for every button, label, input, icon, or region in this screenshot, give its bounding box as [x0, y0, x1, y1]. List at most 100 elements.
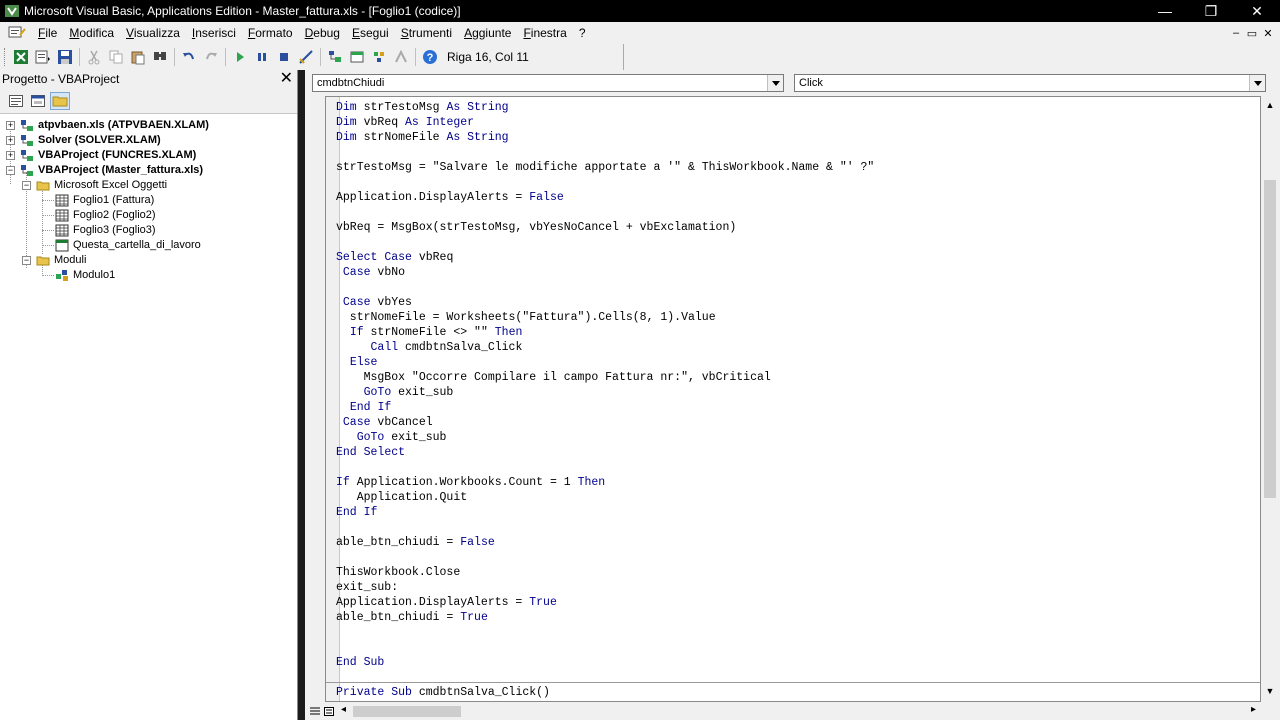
menu-inserisci[interactable]: Inserisci	[186, 26, 242, 40]
code-line[interactable]	[336, 145, 874, 160]
run-icon[interactable]	[229, 46, 251, 68]
view-object-icon[interactable]	[28, 92, 48, 110]
code-line[interactable]: End Select	[336, 445, 874, 460]
code-line[interactable]: ThisWorkbook.Close	[336, 565, 874, 580]
code-line[interactable]	[336, 235, 874, 250]
menu-visualizza[interactable]: Visualizza	[120, 26, 186, 40]
minimize-button[interactable]: —	[1142, 0, 1188, 22]
horizontal-scrollbar[interactable]: ◂ ▸	[305, 702, 1280, 720]
toolbar-grip[interactable]	[4, 48, 7, 66]
code-line[interactable]	[336, 625, 874, 640]
code-line[interactable]: exit_sub:	[336, 580, 874, 595]
reset-icon[interactable]	[273, 46, 295, 68]
project-explorer-close-icon[interactable]: ✕	[280, 70, 293, 88]
cut-icon[interactable]	[83, 46, 105, 68]
tree-expand-icon[interactable]: +	[6, 136, 15, 145]
vertical-scroll-thumb[interactable]	[1264, 180, 1276, 498]
code-line[interactable]: Select Case vbReq	[336, 250, 874, 265]
code-lines[interactable]: Dim strTestoMsg As String Dim vbReq As In…	[336, 100, 874, 700]
tree-node-solver[interactable]: + Solver (SOLVER.XLAM)	[0, 133, 297, 148]
code-line[interactable]: End If	[336, 400, 874, 415]
tree-expand-icon[interactable]: +	[6, 151, 15, 160]
code-line[interactable]: Application.DisplayAlerts = False	[336, 190, 874, 205]
menu-formato[interactable]: Formato	[242, 26, 299, 40]
tree-node-foglio2[interactable]: Foglio2 (Foglio2)	[0, 208, 297, 223]
scroll-down-icon[interactable]: ▼	[1264, 684, 1276, 698]
code-line[interactable]: able_btn_chiudi = False	[336, 535, 874, 550]
code-line[interactable]: Dim strTestoMsg As String	[336, 100, 874, 115]
menu-debug[interactable]: Debug	[299, 26, 346, 40]
save-icon[interactable]	[54, 46, 76, 68]
object-browser-icon[interactable]	[368, 46, 390, 68]
code-line[interactable]: MsgBox "Occorre Compilare il campo Fattu…	[336, 370, 874, 385]
code-line[interactable]: Dim vbReq As Integer	[336, 115, 874, 130]
toggle-folders-icon[interactable]	[50, 91, 70, 110]
code-line[interactable]: If Application.Workbooks.Count = 1 Then	[336, 475, 874, 490]
undo-icon[interactable]	[178, 46, 200, 68]
code-line[interactable]	[336, 670, 874, 685]
tree-collapse-icon[interactable]: −	[6, 166, 15, 175]
menu-esegui[interactable]: Esegui	[346, 26, 395, 40]
code-line[interactable]: Case vbYes	[336, 295, 874, 310]
doc-close-button[interactable]: ✕	[1260, 27, 1276, 40]
scroll-left-icon[interactable]: ◂	[341, 704, 346, 715]
project-explorer-icon[interactable]	[324, 46, 346, 68]
tree-node-foglio1[interactable]: Foglio1 (Fattura)	[0, 193, 297, 208]
code-window-icon[interactable]	[8, 25, 26, 41]
vertical-scrollbar[interactable]: ▲ ▼	[1261, 96, 1280, 702]
tree-node-modulo1[interactable]: Modulo1	[0, 268, 297, 283]
code-line[interactable]: Case vbCancel	[336, 415, 874, 430]
paste-icon[interactable]	[127, 46, 149, 68]
code-line[interactable]: Private Sub cmdbtnSalva_Click()	[336, 685, 874, 700]
code-line[interactable]: GoTo exit_sub	[336, 430, 874, 445]
code-line[interactable]: Application.Quit	[336, 490, 874, 505]
tree-node-atpvbaen[interactable]: + atpvbaen.xls (ATPVBAEN.XLAM)	[0, 118, 297, 133]
tree-node-master-fattura[interactable]: − VBAProject (Master_fattura.xls)	[0, 163, 297, 178]
scroll-right-icon[interactable]: ▸	[1251, 704, 1256, 715]
copy-icon[interactable]	[105, 46, 127, 68]
menu-help[interactable]: ?	[573, 26, 592, 40]
code-line[interactable]: If strNomeFile <> "" Then	[336, 325, 874, 340]
full-module-view-icon[interactable]	[323, 705, 335, 717]
code-line[interactable]	[336, 640, 874, 655]
tree-collapse-icon[interactable]: −	[22, 256, 31, 265]
code-line[interactable]: Dim strNomeFile As String	[336, 130, 874, 145]
toolbox-icon[interactable]	[390, 46, 412, 68]
menu-modifica[interactable]: Modifica	[63, 26, 120, 40]
code-line[interactable]: strNomeFile = Worksheets("Fattura").Cell…	[336, 310, 874, 325]
object-dropdown[interactable]: cmdbtnChiudi	[312, 74, 784, 92]
code-line[interactable]	[336, 280, 874, 295]
scroll-up-icon[interactable]: ▲	[1264, 98, 1276, 112]
code-line[interactable]	[336, 520, 874, 535]
code-line[interactable]	[336, 205, 874, 220]
pause-icon[interactable]	[251, 46, 273, 68]
menu-aggiunte[interactable]: Aggiunte	[458, 26, 517, 40]
redo-icon[interactable]	[200, 46, 222, 68]
view-code-icon[interactable]	[6, 92, 26, 110]
menu-strumenti[interactable]: Strumenti	[395, 26, 458, 40]
design-mode-icon[interactable]	[295, 46, 317, 68]
close-button[interactable]: ✕	[1234, 0, 1280, 22]
code-line[interactable]	[336, 460, 874, 475]
properties-icon[interactable]	[346, 46, 368, 68]
code-line[interactable]: Case vbNo	[336, 265, 874, 280]
horizontal-scroll-thumb[interactable]	[353, 706, 461, 717]
tree-node-questa-cartella[interactable]: Questa_cartella_di_lavoro	[0, 238, 297, 253]
procedure-dropdown[interactable]: Click	[794, 74, 1266, 92]
code-line[interactable]: GoTo exit_sub	[336, 385, 874, 400]
chevron-down-icon[interactable]	[1249, 75, 1265, 91]
code-line[interactable]: Else	[336, 355, 874, 370]
restore-button[interactable]: ❐	[1188, 0, 1234, 22]
code-line[interactable]: Call cmdbtnSalva_Click	[336, 340, 874, 355]
tree-node-excel-objects[interactable]: − Microsoft Excel Oggetti	[0, 178, 297, 193]
doc-minimize-button[interactable]: –	[1228, 27, 1244, 39]
menu-finestra[interactable]: Finestra	[517, 26, 572, 40]
tree-expand-icon[interactable]: +	[6, 121, 15, 130]
code-line[interactable]: End If	[336, 505, 874, 520]
code-line[interactable]: End Sub	[336, 655, 874, 670]
code-line[interactable]: strTestoMsg = "Salvare le modifiche appo…	[336, 160, 874, 175]
code-line[interactable]	[336, 550, 874, 565]
tree-node-foglio3[interactable]: Foglio3 (Foglio3)	[0, 223, 297, 238]
code-line[interactable]	[336, 175, 874, 190]
code-line[interactable]: able_btn_chiudi = True	[336, 610, 874, 625]
